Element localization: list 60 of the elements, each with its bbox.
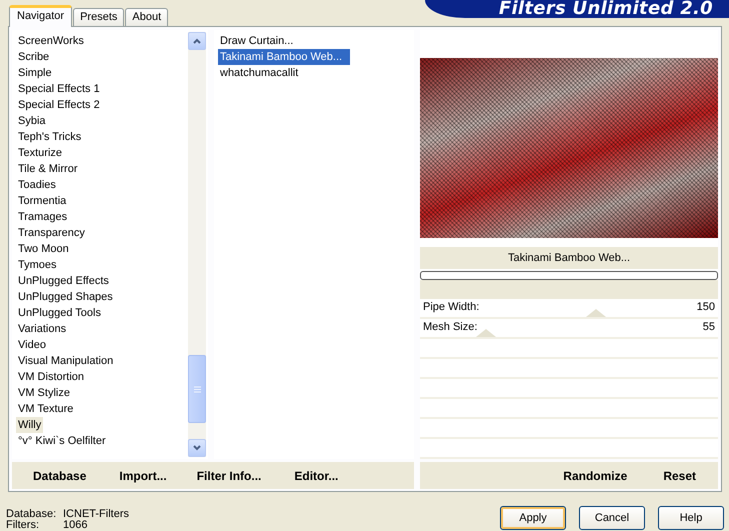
- list-item[interactable]: ScreenWorks: [16, 33, 86, 49]
- list-item[interactable]: VM Distortion: [16, 369, 86, 385]
- list-item[interactable]: Draw Curtain...: [218, 33, 296, 49]
- status-value: ICNET-Filters: [63, 509, 129, 520]
- parameter-value: 55: [702, 320, 715, 335]
- list-item[interactable]: °v° Kiwi`s Oelfilter: [16, 433, 108, 449]
- chevron-up-icon: [193, 38, 201, 44]
- toolbar-button[interactable]: Filter Info...: [192, 466, 266, 484]
- list-item[interactable]: Sybia: [16, 113, 48, 129]
- toolbar-button[interactable]: Database: [29, 466, 90, 484]
- status-label: Database:: [6, 509, 58, 520]
- list-item[interactable]: Transparency: [16, 225, 87, 241]
- list-item[interactable]: Visual Manipulation: [16, 353, 116, 369]
- dialog-button[interactable]: Help: [658, 506, 724, 530]
- status-value: 1066: [63, 520, 88, 531]
- scroll-down-button[interactable]: [188, 439, 206, 457]
- list-item[interactable]: VM Stylize: [16, 385, 72, 401]
- status-label: Filters:: [6, 520, 40, 531]
- parameter-label: Mesh Size:: [423, 320, 478, 335]
- slider-thumb[interactable]: [586, 309, 606, 317]
- filter-name-label: Takinami Bamboo Web...: [420, 246, 718, 269]
- list-item[interactable]: Teph's Tricks: [16, 129, 84, 145]
- list-item[interactable]: Special Effects 1: [16, 81, 102, 97]
- grip-icon: [194, 386, 200, 392]
- list-item[interactable]: Willy: [16, 417, 44, 433]
- scrollbar[interactable]: [188, 32, 206, 457]
- list-item[interactable]: UnPlugged Tools: [16, 305, 103, 321]
- list-item[interactable]: VM Texture: [16, 401, 76, 417]
- tab[interactable]: Navigator: [9, 5, 72, 27]
- list-item[interactable]: Two Moon: [16, 241, 71, 257]
- list-item[interactable]: Scribe: [16, 49, 52, 65]
- list-item[interactable]: Tormentia: [16, 193, 68, 209]
- toolbar-button[interactable]: Reset: [659, 466, 700, 484]
- tab[interactable]: About: [125, 8, 168, 26]
- parameter-value: 150: [696, 300, 715, 315]
- tab[interactable]: Presets: [73, 8, 124, 26]
- parameter-label: Pipe Width:: [423, 300, 480, 315]
- list-item[interactable]: Tramages: [16, 209, 70, 225]
- list-item[interactable]: Video: [16, 337, 48, 353]
- scroll-thumb[interactable]: [188, 355, 206, 423]
- list-item[interactable]: Texturize: [16, 145, 64, 161]
- toolbar-button[interactable]: Import...: [115, 466, 171, 484]
- list-item[interactable]: Tile & Mirror: [16, 161, 80, 177]
- list-item[interactable]: Special Effects 2: [16, 97, 102, 113]
- list-item[interactable]: UnPlugged Shapes: [16, 289, 115, 305]
- list-item[interactable]: Tymoes: [16, 257, 59, 273]
- list-item[interactable]: UnPlugged Effects: [16, 273, 111, 289]
- toolbar-button[interactable]: Randomize: [559, 466, 632, 484]
- app-title-banner: Filters Unlimited 2.0: [425, 0, 729, 18]
- list-item[interactable]: Simple: [16, 65, 54, 81]
- dialog-button[interactable]: Apply: [500, 506, 566, 530]
- slider-thumb[interactable]: [476, 329, 496, 337]
- list-item[interactable]: Toadies: [16, 177, 58, 193]
- list-item[interactable]: Takinami Bamboo Web...: [218, 49, 350, 65]
- list-item[interactable]: whatchumacallit: [218, 65, 300, 81]
- list-item[interactable]: Variations: [16, 321, 68, 337]
- chevron-down-icon: [193, 445, 201, 451]
- dialog-button[interactable]: Cancel: [579, 506, 645, 530]
- scroll-up-button[interactable]: [188, 32, 206, 50]
- toolbar-button[interactable]: Editor...: [290, 466, 342, 484]
